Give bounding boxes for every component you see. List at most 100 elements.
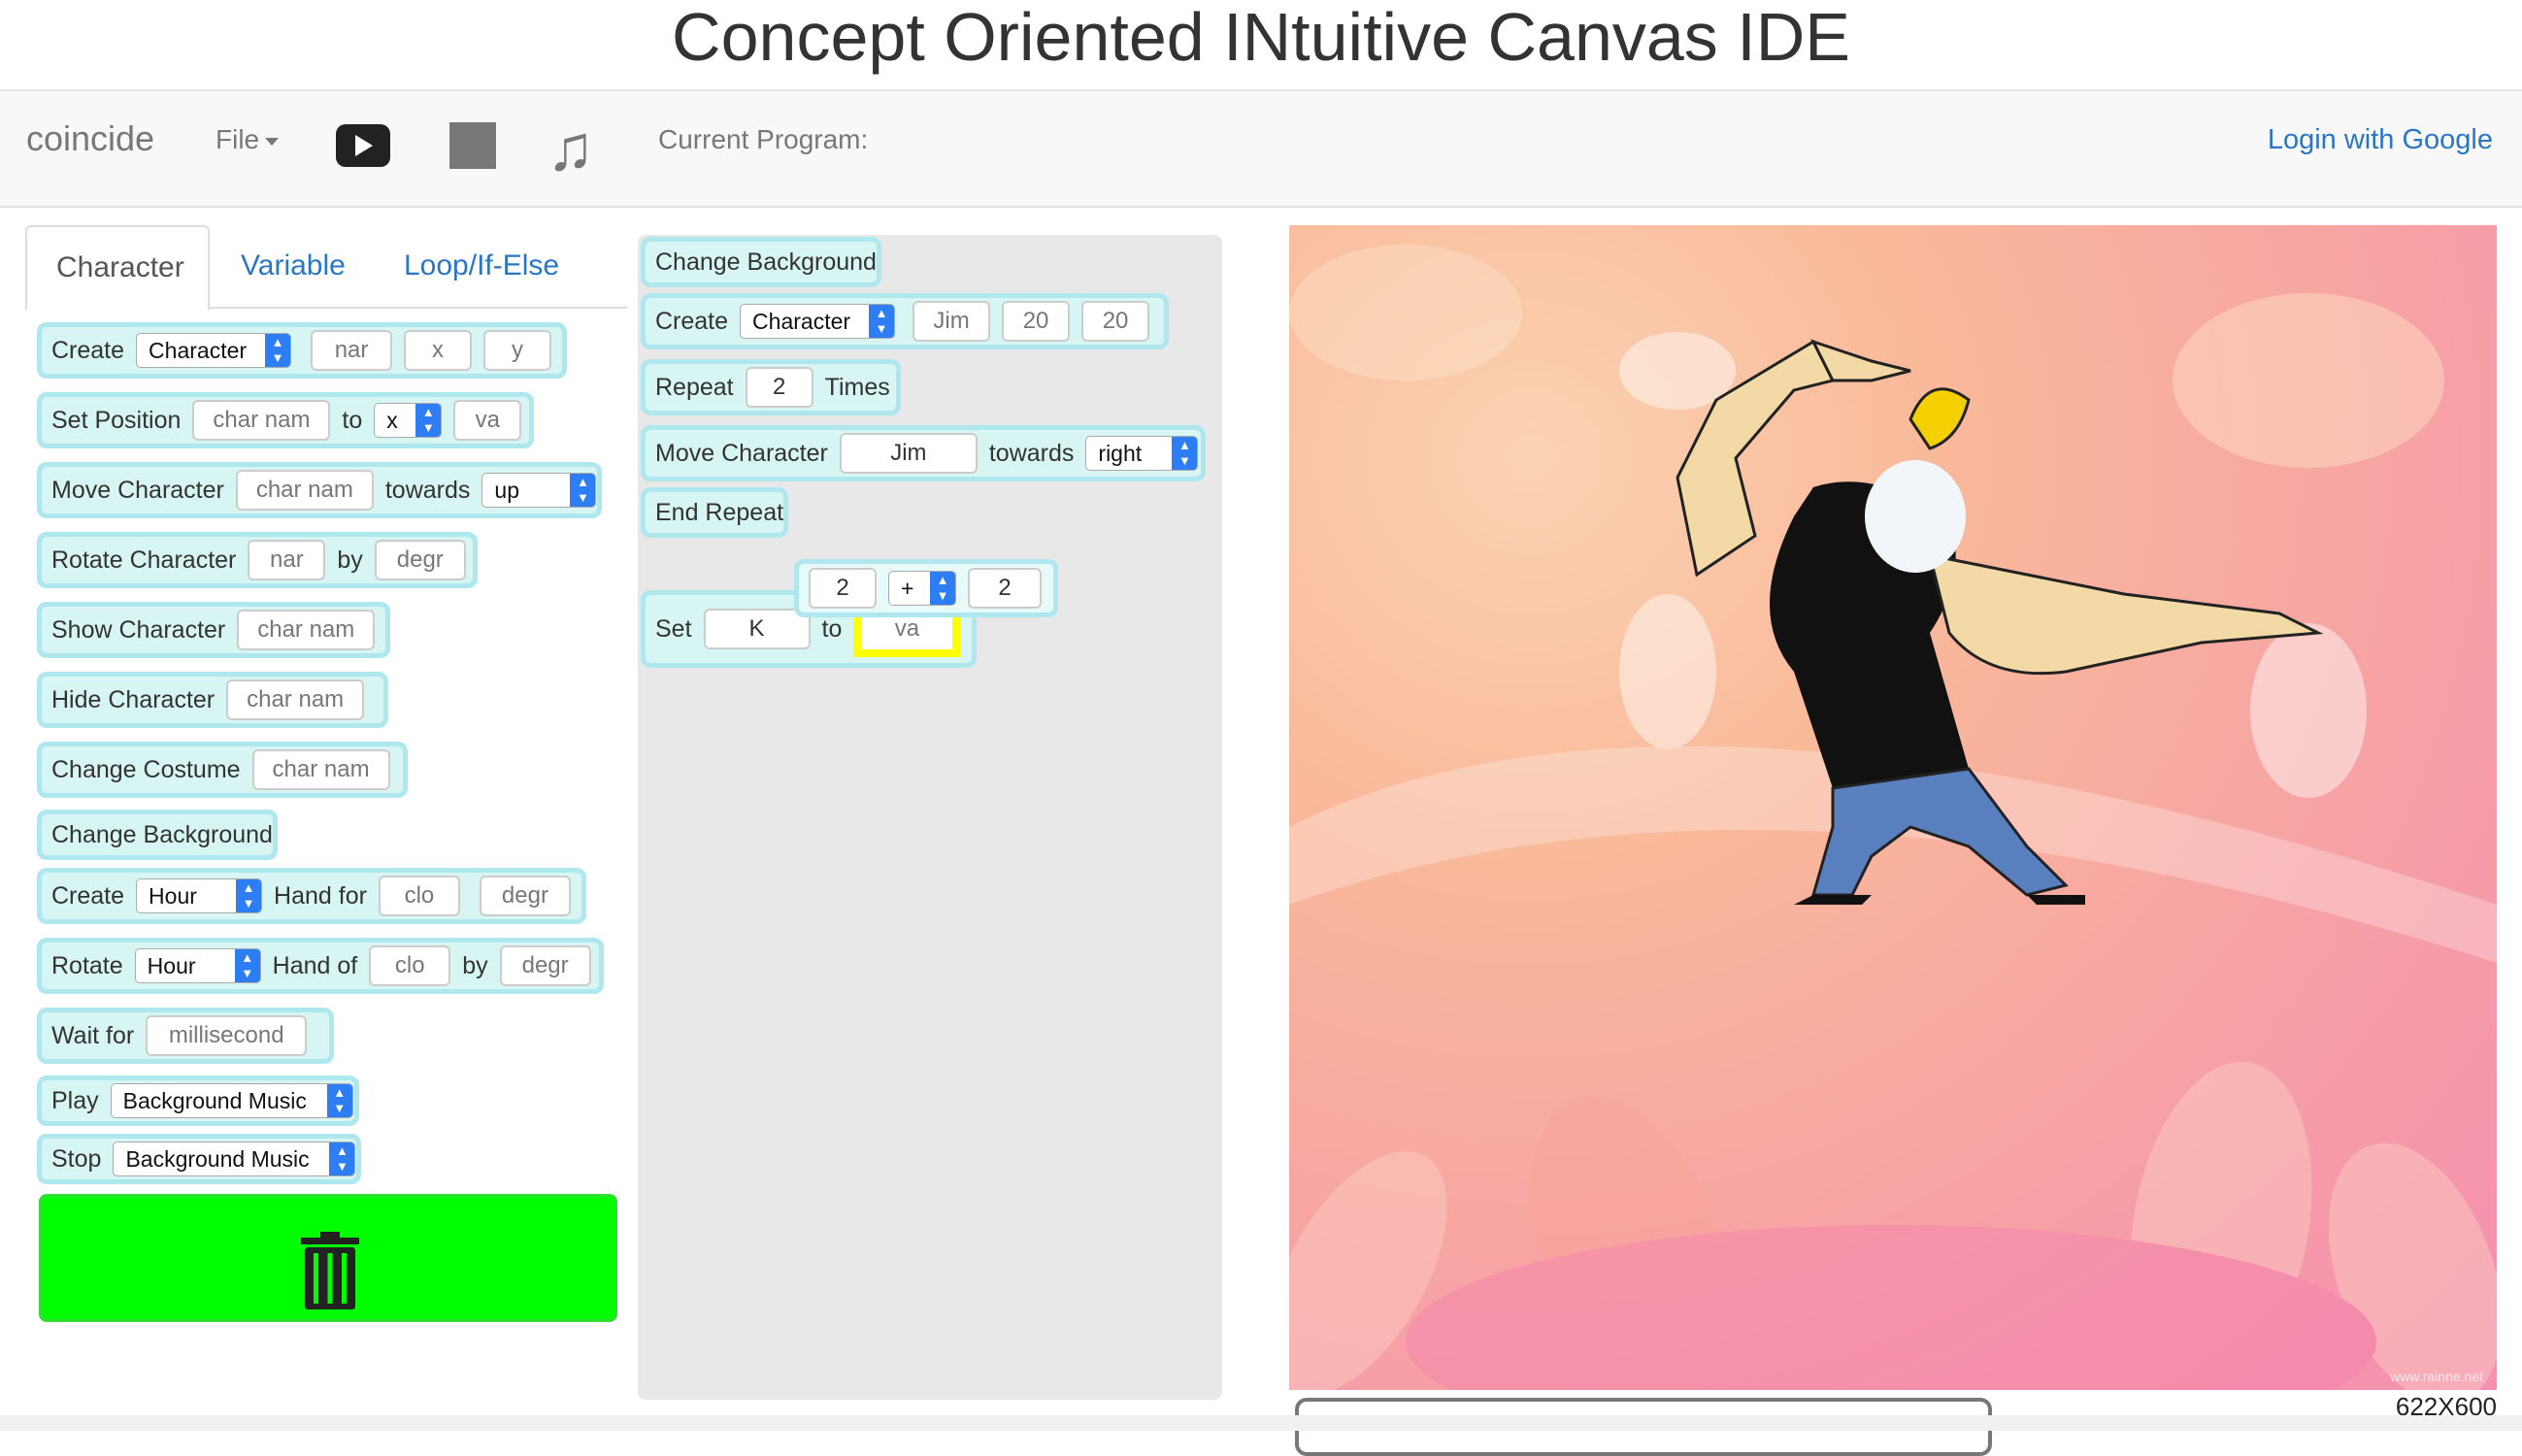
clock-input[interactable]: clo <box>369 945 451 986</box>
ws-create-character-block[interactable]: Create Character ▲ ▼ Jim 20 20 <box>641 293 1169 349</box>
move-character-block[interactable]: Move Character char nam towards up ▲ ▼ <box>37 462 602 518</box>
repeat-count-input[interactable]: 2 <box>745 367 813 408</box>
music-select[interactable]: Background Music ▲ ▼ <box>113 1142 356 1176</box>
char-name-input[interactable]: char nam <box>226 679 365 720</box>
caret-down-icon <box>265 137 280 146</box>
select-arrows-icon: ▲ ▼ <box>869 305 895 338</box>
direction-select[interactable]: up ▲ ▼ <box>481 473 597 508</box>
ws-move-character-block[interactable]: Move Character Jim towards right ▲ ▼ <box>641 425 1206 481</box>
block-label: Change Background <box>655 248 877 276</box>
music-select[interactable]: Background Music ▲ ▼ <box>110 1083 353 1118</box>
horizontal-scrollbar[interactable] <box>0 1415 2522 1431</box>
type-select[interactable]: Character ▲ ▼ <box>136 333 292 368</box>
degrees-input[interactable]: degr <box>479 876 571 916</box>
hand-of-label: Hand of <box>272 951 358 979</box>
select-value: + <box>901 575 914 601</box>
stop-button[interactable] <box>449 122 496 169</box>
block-label: Create <box>51 336 125 364</box>
play-button[interactable] <box>336 124 390 167</box>
trash-icon <box>301 1232 359 1309</box>
milliseconds-input[interactable]: millisecond <box>146 1015 308 1056</box>
towards-label: towards <box>384 476 471 504</box>
select-arrows-icon: ▲ ▼ <box>265 334 291 367</box>
ws-repeat-block[interactable]: Repeat 2 Times <box>641 359 901 415</box>
block-label: Show Character <box>51 615 226 644</box>
char-name-input[interactable]: Jim <box>839 433 978 474</box>
x-input[interactable]: x <box>404 330 473 371</box>
block-label: Play <box>51 1086 99 1114</box>
music-note-icon[interactable]: ♫ <box>547 109 595 186</box>
block-label: Create <box>655 307 729 335</box>
trash-drop-zone[interactable] <box>39 1194 617 1322</box>
block-label: Set Position <box>51 406 182 434</box>
to-label: to <box>821 614 843 643</box>
name-input[interactable]: nar <box>248 540 326 580</box>
wait-for-block[interactable]: Wait for millisecond <box>37 1008 334 1064</box>
name-input[interactable]: nar <box>311 330 393 371</box>
value-input[interactable]: va <box>453 400 522 441</box>
degrees-input[interactable]: degr <box>499 945 591 986</box>
block-label: Wait for <box>51 1021 135 1049</box>
tab-loop-if-else[interactable]: Loop/If-Else <box>375 225 588 307</box>
select-value: Hour <box>147 952 196 978</box>
hand-for-label: Hand for <box>274 881 367 910</box>
type-select[interactable]: Character ▲ ▼ <box>740 304 896 339</box>
block-label: Rotate Character <box>51 546 237 574</box>
degrees-input[interactable]: degr <box>374 540 466 580</box>
change-background-block[interactable]: Change Background <box>37 810 278 860</box>
create-character-block[interactable]: Create Character ▲ ▼ nar x y <box>37 322 567 379</box>
play-music-block[interactable]: Play Background Music ▲ ▼ <box>37 1075 359 1126</box>
change-costume-block[interactable]: Change Costume char nam <box>37 742 408 798</box>
select-arrows-icon: ▲ ▼ <box>234 949 260 982</box>
towards-label: towards <box>988 439 1075 467</box>
y-input[interactable]: 20 <box>1081 301 1150 342</box>
ws-end-repeat-block[interactable]: End Repeat <box>641 487 788 538</box>
show-character-block[interactable]: Show Character char nam <box>37 602 390 658</box>
file-menu[interactable]: File <box>216 124 280 155</box>
rotate-character-block[interactable]: Rotate Character nar by degr <box>37 532 478 588</box>
name-input[interactable]: Jim <box>913 301 991 342</box>
block-label: Move Character <box>655 439 828 467</box>
hand-select[interactable]: Hour ▲ ▼ <box>134 948 261 983</box>
by-label: by <box>462 951 488 979</box>
char-name-input[interactable]: char nam <box>251 749 390 790</box>
clock-input[interactable]: clo <box>378 876 460 916</box>
hand-select[interactable]: Hour ▲ ▼ <box>136 878 263 913</box>
x-input[interactable]: 20 <box>1002 301 1071 342</box>
rotate-hand-block[interactable]: Rotate Hour ▲ ▼ Hand of clo by degr <box>37 938 604 994</box>
select-arrows-icon: ▲ ▼ <box>415 404 442 437</box>
axis-select[interactable]: x ▲ ▼ <box>374 403 443 438</box>
stop-music-block[interactable]: Stop Background Music ▲ ▼ <box>37 1134 361 1184</box>
canvas-stage[interactable]: www.rainne.net <box>1289 225 2497 1390</box>
create-hand-block[interactable]: Create Hour ▲ ▼ Hand for clo degr <box>37 868 586 924</box>
y-input[interactable]: y <box>483 330 552 371</box>
set-position-block[interactable]: Set Position char nam to x ▲ ▼ va <box>37 392 534 448</box>
char-name-input[interactable]: char nam <box>235 470 374 511</box>
select-value: Character <box>752 308 851 334</box>
block-label: Repeat <box>655 373 734 401</box>
select-arrows-icon: ▲ ▼ <box>326 1084 352 1117</box>
login-with-google-link[interactable]: Login with Google <box>2268 124 2493 156</box>
char-name-input[interactable]: char nam <box>192 400 331 441</box>
block-label: End Repeat <box>655 498 784 526</box>
tab-character[interactable]: Character <box>25 225 210 311</box>
select-value: Background Music <box>122 1087 307 1113</box>
brand-logo[interactable]: coincide <box>26 118 154 159</box>
hide-character-block[interactable]: Hide Character char nam <box>37 672 388 728</box>
stage-watermark: www.rainne.net <box>2390 1369 2483 1384</box>
ws-expression-block[interactable]: 2 + ▲ ▼ 2 <box>794 559 1058 617</box>
block-label: Rotate <box>51 951 123 979</box>
block-label: Set <box>655 614 692 643</box>
char-name-input[interactable]: char nam <box>237 610 376 650</box>
operator-select[interactable]: + ▲ ▼ <box>888 571 956 606</box>
to-label: to <box>342 406 363 434</box>
tab-variable[interactable]: Variable <box>212 225 375 307</box>
ws-change-background-block[interactable]: Change Background <box>641 237 881 287</box>
select-value: right <box>1098 440 1143 466</box>
select-value: Character <box>149 337 248 363</box>
variable-name-input[interactable]: K <box>703 609 811 649</box>
left-operand-input[interactable]: 2 <box>809 568 877 609</box>
direction-select[interactable]: right ▲ ▼ <box>1085 436 1199 471</box>
select-arrows-icon: ▲ ▼ <box>236 879 262 912</box>
right-operand-input[interactable]: 2 <box>968 568 1042 609</box>
